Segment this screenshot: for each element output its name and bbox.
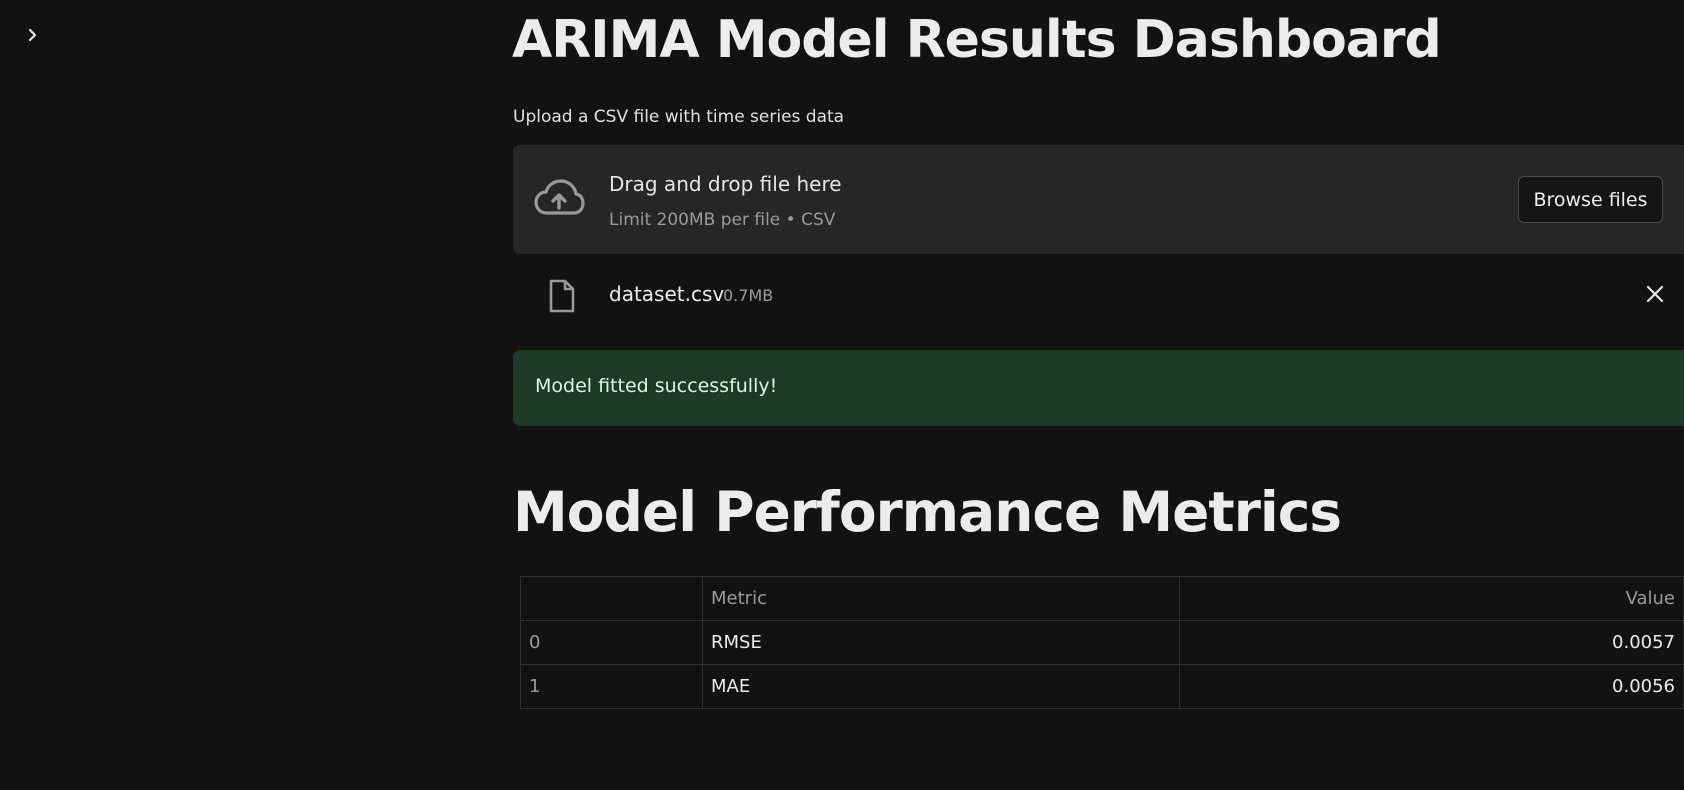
success-message: Model fitted successfully! (535, 375, 778, 397)
metrics-table: Metric Value 0 RMSE 0.0057 1 MAE 0.0056 (520, 576, 1684, 709)
row-metric: MAE (702, 664, 1180, 709)
table-row: 0 RMSE 0.0057 (520, 620, 1684, 665)
dropzone-instruction: Drag and drop file here (609, 172, 842, 196)
table-header-metric[interactable]: Metric (702, 576, 1180, 621)
file-name: dataset.csv (609, 282, 725, 306)
row-value: 0.0057 (1179, 620, 1684, 665)
row-metric: RMSE (702, 620, 1180, 665)
row-index: 0 (520, 620, 703, 665)
cloud-upload-icon (534, 179, 585, 215)
main-content: ARIMA Model Results Dashboard Upload a C… (512, 0, 1684, 790)
row-index: 1 (520, 664, 703, 709)
uploaded-file-item: dataset.csv 0.7MB (513, 270, 1684, 320)
close-icon[interactable] (1643, 282, 1667, 306)
row-value: 0.0056 (1179, 664, 1684, 709)
table-header-row: Metric Value (520, 576, 1684, 621)
sidebar-toggle-button[interactable] (22, 24, 44, 46)
table-row: 1 MAE 0.0056 (520, 664, 1684, 709)
upload-label: Upload a CSV file with time series data (513, 107, 845, 127)
file-icon (549, 279, 575, 313)
dropzone-limit-text: Limit 200MB per file • CSV (609, 210, 836, 230)
success-alert: Model fitted successfully! (513, 350, 1684, 426)
file-dropzone[interactable]: Drag and drop file here Limit 200MB per … (513, 145, 1684, 254)
browse-files-button[interactable]: Browse files (1518, 176, 1663, 223)
file-size: 0.7MB (723, 286, 774, 305)
chevron-right-icon (28, 28, 37, 42)
table-header-index[interactable] (520, 576, 703, 621)
page-title: ARIMA Model Results Dashboard (512, 10, 1442, 70)
section-title: Model Performance Metrics (513, 480, 1342, 544)
table-header-value[interactable]: Value (1179, 576, 1684, 621)
